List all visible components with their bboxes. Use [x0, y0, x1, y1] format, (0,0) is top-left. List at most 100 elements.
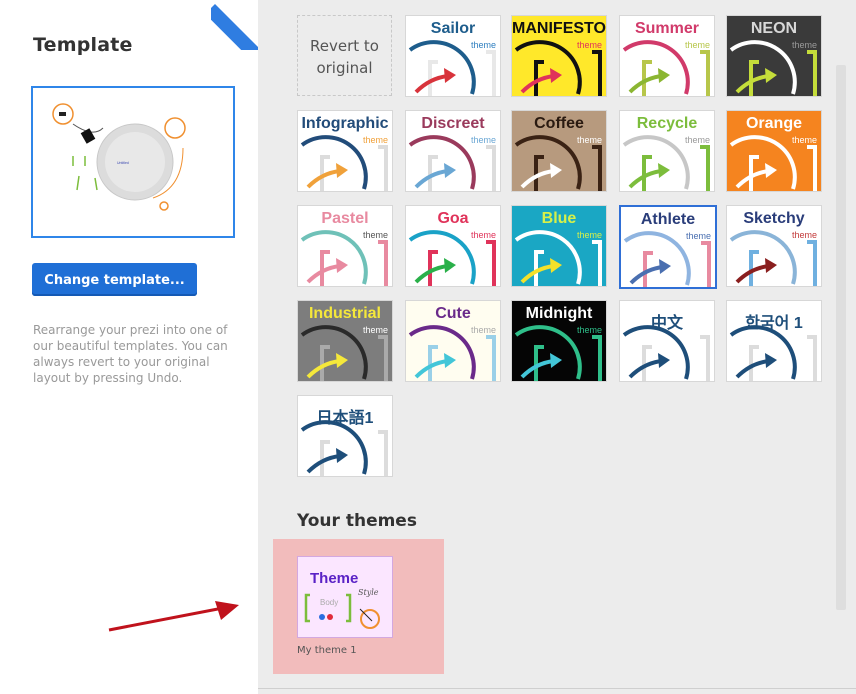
theme-tile-1[interactable]: MANIFESTO theme	[511, 15, 607, 97]
theme-subtitle: theme	[576, 135, 602, 145]
annotation-arrow-icon	[108, 601, 239, 632]
theme-name: MANIFESTO	[512, 20, 606, 37]
theme-subtitle: theme	[576, 230, 602, 240]
theme-arrow-head	[550, 258, 562, 273]
theme-bracket	[749, 335, 817, 381]
theme-tile-6[interactable]: Coffee theme	[511, 110, 607, 192]
theme-name: Sailor	[430, 20, 476, 37]
your-themes-heading: Your themes	[297, 511, 417, 531]
theme-tile-0[interactable]: Sailor theme	[405, 15, 501, 97]
theme-name: Summer	[634, 20, 700, 37]
theme-arrow-head	[659, 259, 671, 274]
theme-bracket	[534, 145, 602, 191]
theme-tile-15[interactable]: Cute theme	[405, 300, 501, 382]
theme-tile-7[interactable]: Recycle theme	[619, 110, 715, 192]
theme-bracket	[534, 50, 602, 96]
theme-arrow-head	[550, 163, 562, 178]
theme-graphic-icon	[622, 325, 710, 381]
theme-tile-4[interactable]: Infographic theme	[297, 110, 393, 192]
theme-subtitle: theme	[685, 231, 711, 241]
beta-label: BETA	[228, 0, 251, 18]
theme-bracket	[642, 335, 710, 381]
theme-tile-19[interactable]: 日本語1	[297, 395, 393, 477]
theme-subtitle: theme	[362, 325, 388, 335]
theme-name: Cute	[435, 305, 471, 322]
theme-name: 中文	[650, 315, 683, 332]
theme-name: Orange	[745, 115, 802, 132]
theme-bracket	[749, 240, 817, 286]
theme-graphic-icon	[729, 325, 817, 381]
theme-subtitle: theme	[362, 135, 388, 145]
my-theme-placeholder: Body	[320, 598, 338, 607]
theme-subtitle: theme	[470, 40, 496, 50]
revert-line1: Revert to	[310, 37, 379, 55]
theme-name: Pastel	[321, 210, 369, 227]
theme-tile-17[interactable]: 中文	[619, 300, 715, 382]
revert-to-original-button[interactable]: Revert to original	[297, 15, 392, 96]
theme-bracket	[642, 145, 710, 191]
my-theme-title: Theme	[310, 570, 358, 587]
theme-tile-2[interactable]: Summer theme	[619, 15, 715, 97]
theme-bracket	[534, 240, 602, 286]
theme-subtitle: theme	[470, 135, 496, 145]
theme-name: Blue	[541, 210, 577, 227]
theme-arrow-head	[336, 448, 348, 463]
my-theme-sub: Style	[358, 588, 379, 597]
theme-graphic-icon	[300, 420, 388, 476]
theme-bracket	[428, 335, 496, 381]
theme-tile-16[interactable]: Midnight theme	[511, 300, 607, 382]
theme-subtitle: theme	[362, 230, 388, 240]
theme-bracket	[428, 50, 496, 96]
theme-tile-8[interactable]: Orange theme	[726, 110, 822, 192]
theme-subtitle: theme	[576, 325, 602, 335]
theme-arrow-head	[658, 353, 670, 368]
theme-name: Sketchy	[743, 210, 805, 227]
theme-subtitle: theme	[470, 230, 496, 240]
template-description: Rearrange your prezi into one of our bea…	[33, 323, 228, 385]
template-preview: Untitled	[31, 86, 235, 238]
theme-tile-12[interactable]: Athlete theme	[619, 205, 717, 289]
theme-arrow-head	[550, 353, 562, 368]
theme-bracket	[320, 240, 388, 286]
theme-bracket	[428, 145, 496, 191]
theme-name: Goa	[437, 210, 469, 227]
theme-tile-3[interactable]: NEON theme	[726, 15, 822, 97]
svg-text:Untitled: Untitled	[117, 161, 129, 165]
theme-name: Coffee	[534, 115, 584, 132]
beta-ribbon: BETA	[211, 0, 261, 50]
theme-tile-11[interactable]: Blue theme	[511, 205, 607, 287]
theme-tile-9[interactable]: Pastel theme	[297, 205, 393, 287]
theme-name: Recycle	[636, 115, 698, 132]
theme-arrow-head	[444, 258, 456, 273]
scrollbar[interactable]	[836, 65, 846, 610]
theme-arrow-head	[444, 68, 456, 83]
theme-arrow-head	[444, 353, 456, 368]
bottom-divider	[258, 688, 856, 689]
theme-arrow-head	[658, 68, 670, 83]
theme-arrow-head	[765, 258, 777, 273]
panel-title: Template	[33, 34, 133, 56]
my-theme-1-tile[interactable]: Theme Style Body	[297, 556, 393, 638]
my-theme-label: My theme 1	[297, 645, 357, 656]
theme-tile-18[interactable]: 한국어 1	[726, 300, 822, 382]
change-template-button[interactable]: Change template...	[32, 263, 197, 296]
theme-name: Discreet	[421, 115, 485, 132]
theme-bracket	[642, 50, 710, 96]
theme-bracket	[749, 145, 817, 191]
theme-tile-10[interactable]: Goa theme	[405, 205, 501, 287]
theme-bracket	[749, 50, 817, 96]
theme-subtitle: theme	[791, 230, 817, 240]
theme-name: Industrial	[308, 305, 381, 322]
theme-arrow-head	[444, 163, 456, 178]
theme-arrow-head	[765, 353, 777, 368]
theme-subtitle: theme	[791, 135, 817, 145]
theme-arrow-head	[765, 68, 777, 83]
theme-subtitle: theme	[470, 325, 496, 335]
theme-name: NEON	[750, 20, 798, 37]
theme-tile-5[interactable]: Discreet theme	[405, 110, 501, 192]
theme-subtitle: theme	[684, 40, 710, 50]
theme-tile-13[interactable]: Sketchy theme	[726, 205, 822, 287]
theme-tile-14[interactable]: Industrial theme	[297, 300, 393, 382]
theme-bracket	[534, 335, 602, 381]
theme-bracket	[643, 241, 711, 287]
